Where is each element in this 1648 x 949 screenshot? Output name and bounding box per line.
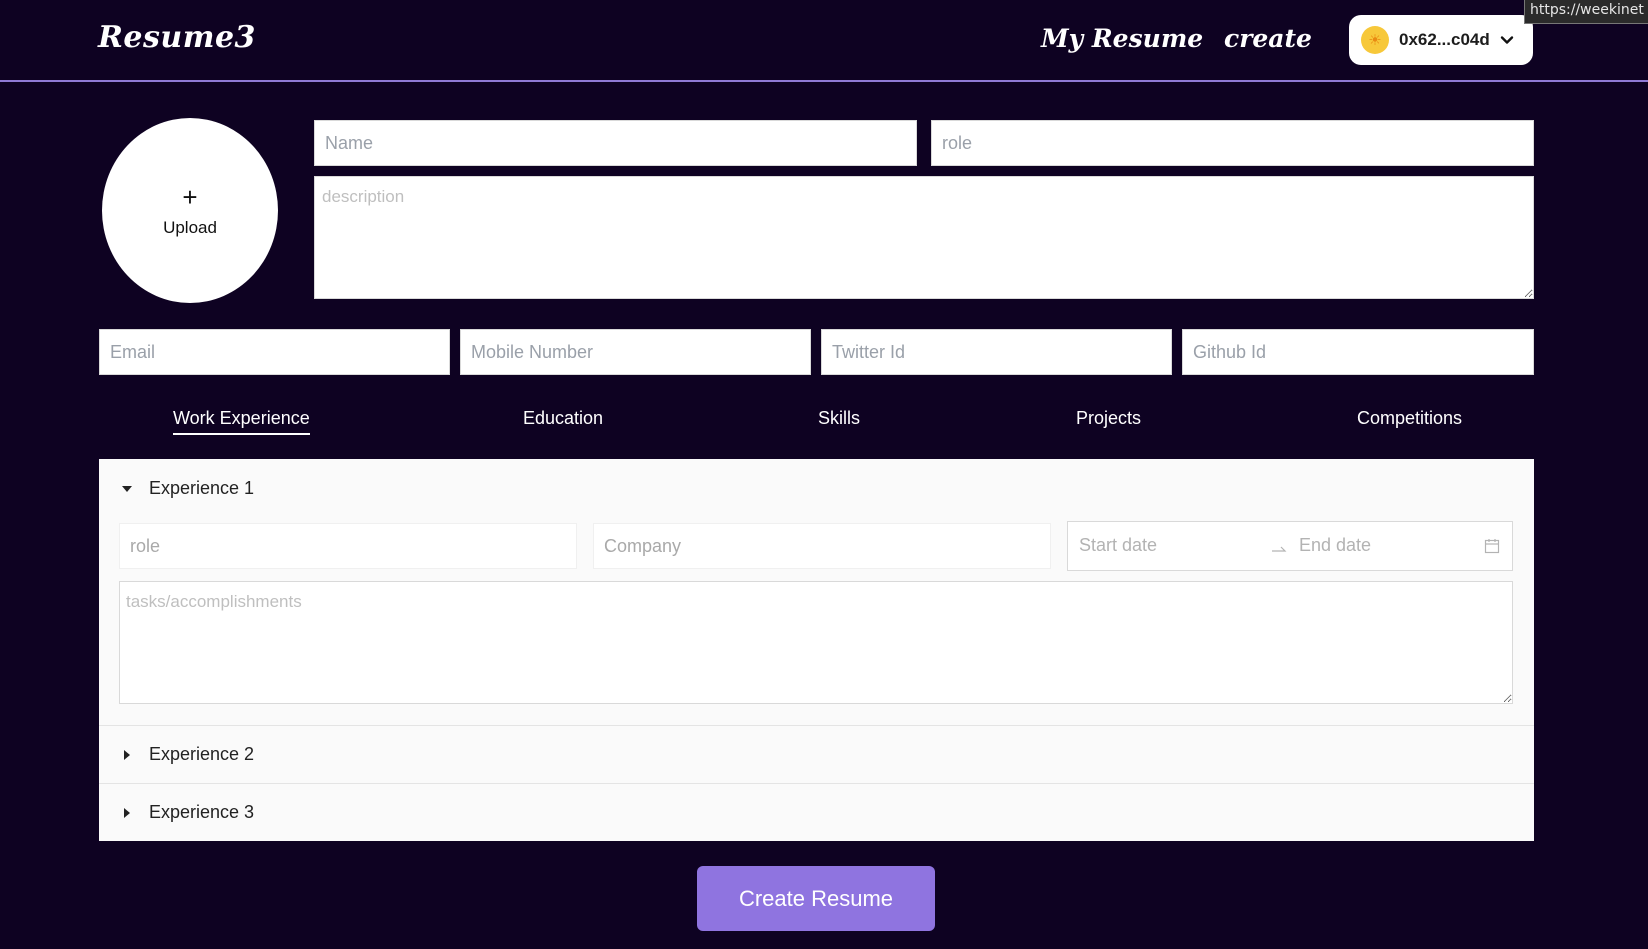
chevron-down-icon [1500, 36, 1513, 44]
nav-create-link[interactable]: create [1224, 24, 1312, 53]
experience-title: Experience 2 [149, 744, 255, 764]
tab-education[interactable]: Education [523, 408, 603, 433]
experience-2-header[interactable]: Experience 2 [99, 725, 1534, 783]
calendar-icon [1484, 539, 1500, 554]
create-resume-button[interactable]: Create Resume [697, 866, 935, 931]
tab-projects[interactable]: Projects [1076, 408, 1141, 433]
arrow-right-icon [1272, 546, 1287, 552]
wallet-account-button[interactable]: ☀ 0x62...c04d [1349, 15, 1533, 65]
date-range-picker[interactable] [1067, 521, 1513, 571]
tasks-accomplishments-textarea[interactable] [119, 581, 1513, 704]
mobile-number-input[interactable] [460, 329, 811, 375]
experience-role-input[interactable] [119, 523, 577, 569]
wallet-address: 0x62...c04d [1399, 30, 1490, 49]
brand-logo[interactable]: Resume3 [98, 20, 256, 55]
tab-skills[interactable]: Skills [818, 408, 860, 433]
email-input[interactable] [99, 329, 450, 375]
top-navbar: Resume3 My Resume create ☀ 0x62...c04d [0, 0, 1648, 82]
upload-label: Upload [163, 217, 217, 237]
plus-icon: + [182, 181, 198, 212]
experience-collapse-panel: Experience 1 Experience 2 Experience 3 [99, 459, 1534, 841]
experience-company-input[interactable] [593, 523, 1051, 569]
nav-my-resume-link[interactable]: My Resume [1041, 24, 1203, 53]
avatar-upload-button[interactable]: + Upload [102, 118, 278, 303]
github-id-input[interactable] [1182, 329, 1534, 375]
caret-right-icon [124, 807, 130, 818]
end-date-input[interactable] [1299, 535, 1479, 556]
twitter-id-input[interactable] [821, 329, 1172, 375]
role-input[interactable] [931, 120, 1534, 166]
tab-competitions[interactable]: Competitions [1357, 408, 1462, 433]
name-input[interactable] [314, 120, 917, 166]
caret-right-icon [124, 749, 130, 760]
tab-work-experience[interactable]: Work Experience [173, 408, 310, 435]
experience-title: Experience 3 [149, 802, 255, 822]
description-textarea[interactable] [314, 176, 1534, 299]
experience-title: Experience 1 [149, 477, 255, 498]
sun-emoji-icon: ☀ [1361, 26, 1389, 54]
caret-down-icon [122, 486, 132, 492]
link-url-tooltip: https://weekinet [1524, 0, 1648, 24]
experience-3-header[interactable]: Experience 3 [99, 783, 1534, 841]
experience-1-header[interactable]: Experience 1 [99, 459, 1534, 517]
start-date-input[interactable] [1079, 535, 1269, 556]
